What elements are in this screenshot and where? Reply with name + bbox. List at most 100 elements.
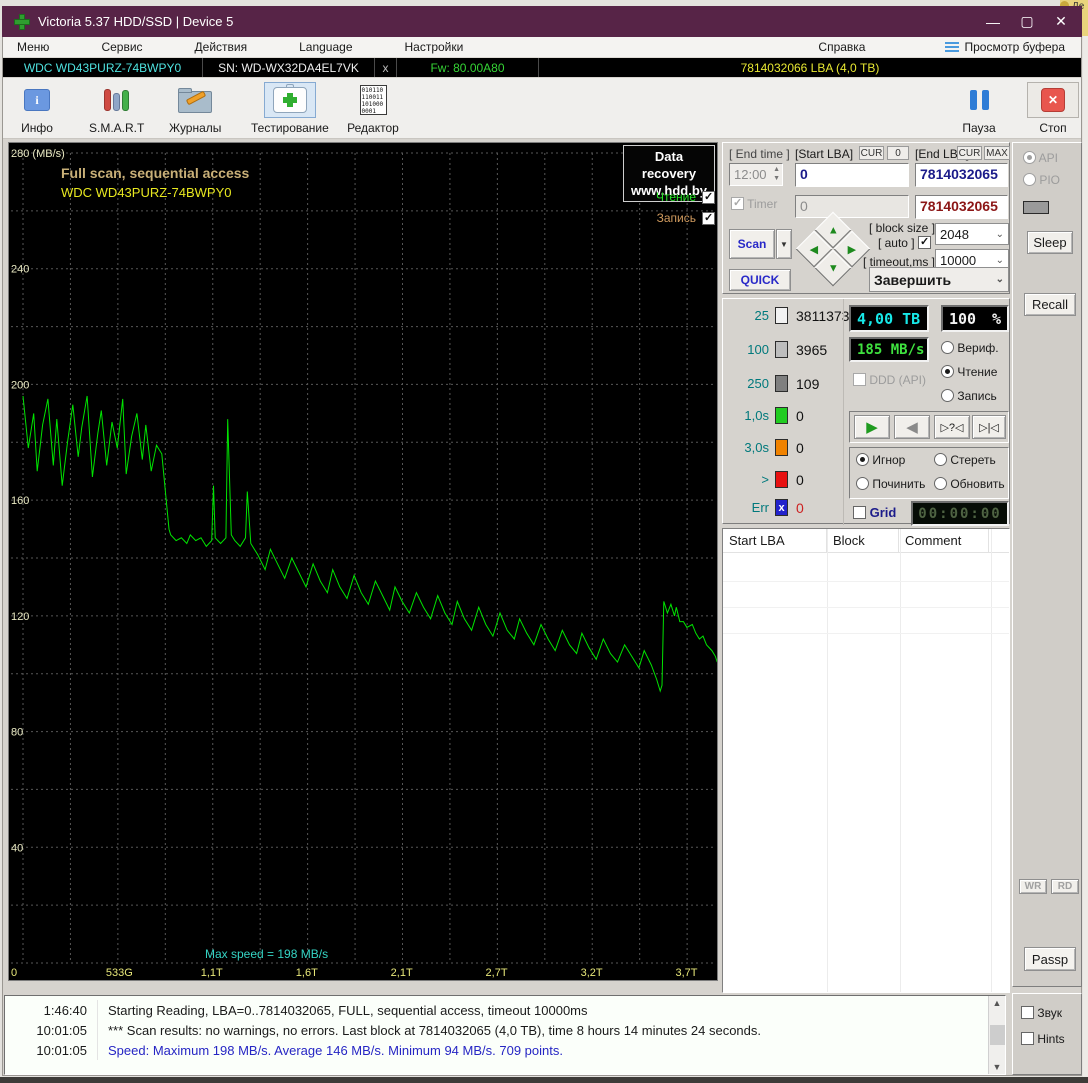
smart-button[interactable]: S.M.A.R.T xyxy=(89,82,144,135)
pio-option[interactable]: PIO xyxy=(1023,173,1060,187)
finish-action-combo[interactable]: Завершить⌄ xyxy=(869,267,1009,292)
defect-table[interactable]: Start LBA Block Comment xyxy=(722,528,1010,993)
block-size-label: [ block size ] xyxy=(869,221,931,235)
graph-model: WDC WD43PURZ-74BWPY0 xyxy=(61,185,231,200)
quick-button[interactable]: QUICK xyxy=(729,269,791,291)
scroll-thumb[interactable] xyxy=(990,1025,1005,1045)
svg-text:80: 80 xyxy=(11,727,23,739)
close-button[interactable]: ✕ xyxy=(1044,11,1078,33)
read-radio[interactable] xyxy=(941,365,954,378)
timer-check[interactable]: Timer xyxy=(731,197,777,211)
menu-item-service[interactable]: Сервис xyxy=(91,37,152,57)
write-radio[interactable] xyxy=(941,389,954,402)
timer-value-field: 0 xyxy=(795,195,909,218)
info-button[interactable]: i Инфо xyxy=(11,82,63,135)
log-time: 1:46:40 xyxy=(5,1003,97,1018)
grid-check[interactable]: Grid xyxy=(853,505,896,520)
column-start-lba[interactable]: Start LBA xyxy=(723,529,827,552)
end-lba-input[interactable]: 7814032065 xyxy=(915,163,1008,187)
menu-item-settings[interactable]: Настройки xyxy=(395,37,474,57)
start-cur-button[interactable]: CUR xyxy=(859,146,884,160)
pio-radio[interactable] xyxy=(1023,173,1036,186)
scan-button[interactable]: Scan xyxy=(729,229,775,259)
start-lba-label: [Start LBA] xyxy=(795,147,853,161)
api-option[interactable]: API xyxy=(1023,151,1058,165)
timer-checkbox[interactable] xyxy=(731,197,744,210)
stat-swatch xyxy=(775,375,788,392)
block-size-combo[interactable]: 2048⌄ xyxy=(935,223,1009,245)
start-zero-button[interactable]: 0 xyxy=(887,146,909,160)
watermark-line1: Data recovery xyxy=(628,148,710,182)
wr-button[interactable]: WR xyxy=(1019,879,1047,894)
mode-read[interactable]: Чтение xyxy=(941,365,997,379)
seek-question-button[interactable]: ▷?◁ xyxy=(934,415,970,439)
title-bar: Victoria 5.37 HDD/SSD | Device 5 — ▢ ✕ xyxy=(2,6,1082,37)
drive-close-button[interactable]: x xyxy=(375,58,397,77)
refresh-radio[interactable] xyxy=(934,477,947,490)
maximize-button[interactable]: ▢ xyxy=(1010,11,1044,33)
log-scrollbar[interactable]: ▲ ▼ xyxy=(988,996,1005,1074)
read-checkbox[interactable] xyxy=(702,191,715,204)
first-aid-icon xyxy=(273,87,307,113)
start-lba-input[interactable]: 0 xyxy=(795,163,909,187)
verify-radio[interactable] xyxy=(941,341,954,354)
editor-button[interactable]: 010110 110011 101000 0001 Редактор xyxy=(347,82,399,135)
repair-radio[interactable] xyxy=(856,477,869,490)
menu-item-menu[interactable]: Меню xyxy=(7,37,59,57)
action-repair[interactable]: Починить xyxy=(856,477,925,491)
speed-graph[interactable]: 280 (MB/s)24020016012080400533G1,1T1,6T2… xyxy=(8,142,718,981)
rd-button[interactable]: RD xyxy=(1051,879,1079,894)
end-cur-button[interactable]: CUR xyxy=(957,146,982,160)
column-block[interactable]: Block xyxy=(827,529,899,552)
menu-item-help[interactable]: Справка xyxy=(808,37,875,57)
scroll-up-icon[interactable]: ▲ xyxy=(990,996,1005,1010)
ignore-radio[interactable] xyxy=(856,453,869,466)
menu-item-language[interactable]: Language xyxy=(289,37,362,57)
svg-text:1,1T: 1,1T xyxy=(201,967,223,979)
passp-button[interactable]: Passp xyxy=(1024,947,1076,971)
end-time-spinner[interactable]: 12:00 ▲▼ xyxy=(729,163,783,186)
action-ignore[interactable]: Игнор xyxy=(856,453,905,467)
menu-bar: Меню Сервис Действия Language Настройки … xyxy=(3,37,1081,58)
journals-button[interactable]: Журналы xyxy=(169,82,221,135)
mode-write[interactable]: Запись xyxy=(941,389,997,403)
auto-label[interactable]: [ auto ] xyxy=(875,236,931,250)
svg-text:3,2T: 3,2T xyxy=(581,967,603,979)
minimize-button[interactable]: — xyxy=(976,11,1010,33)
sound-option[interactable]: Звук xyxy=(1021,1006,1062,1020)
ddd-checkbox[interactable] xyxy=(853,373,866,386)
control-panel: [ End time ] [Start LBA] CUR 0 [End LBA]… xyxy=(722,142,1010,993)
testing-button[interactable]: Тестирование xyxy=(251,82,329,135)
write-checkbox[interactable] xyxy=(702,212,715,225)
hints-option[interactable]: Hints xyxy=(1021,1032,1065,1046)
scan-dropdown-button[interactable]: ▼ xyxy=(776,229,792,259)
recall-button[interactable]: Recall xyxy=(1024,293,1076,316)
svg-text:200: 200 xyxy=(11,379,29,391)
buffer-view-button[interactable]: Просмотр буфера xyxy=(935,37,1075,57)
sleep-button[interactable]: Sleep xyxy=(1027,231,1073,254)
drive-model[interactable]: WDC WD43PURZ-74BWPY0 xyxy=(3,58,203,77)
drive-info-bar: WDC WD43PURZ-74BWPY0 SN: WD-WX32DA4EL7VK… xyxy=(3,58,1081,77)
scroll-down-icon[interactable]: ▼ xyxy=(990,1060,1005,1074)
stat-swatch xyxy=(775,341,788,358)
end-max-button[interactable]: MAX xyxy=(984,146,1010,160)
action-erase[interactable]: Стереть xyxy=(934,453,996,467)
pause-button[interactable]: Пауза xyxy=(953,82,1005,135)
seek-end-button[interactable]: ▷|◁ xyxy=(972,415,1006,439)
log-time: 10:01:05 xyxy=(5,1043,97,1058)
play-button[interactable]: ▶ xyxy=(854,415,890,439)
stop-button[interactable]: ✕ Стоп xyxy=(1027,82,1079,135)
log-panel[interactable]: 1:46:40 Starting Reading, LBA=0..7814032… xyxy=(4,995,1006,1075)
erase-radio[interactable] xyxy=(934,453,947,466)
sound-checkbox[interactable] xyxy=(1021,1006,1034,1019)
mode-verify[interactable]: Вериф. xyxy=(941,341,999,355)
hints-checkbox[interactable] xyxy=(1021,1032,1034,1045)
auto-checkbox[interactable] xyxy=(918,236,931,249)
action-refresh[interactable]: Обновить xyxy=(934,477,1005,491)
back-button[interactable]: ◀ xyxy=(894,415,930,439)
api-radio[interactable] xyxy=(1023,151,1036,164)
menu-item-actions[interactable]: Действия xyxy=(185,37,258,57)
ddd-api-check[interactable]: DDD (API) xyxy=(853,373,926,387)
grid-checkbox[interactable] xyxy=(853,506,866,519)
column-comment[interactable]: Comment xyxy=(899,529,989,552)
